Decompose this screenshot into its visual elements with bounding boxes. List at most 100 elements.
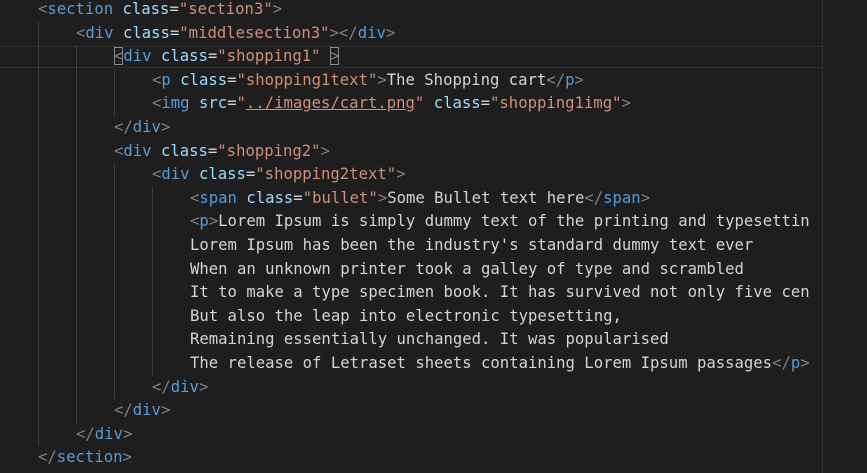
token-punct: > — [385, 23, 396, 42]
code-line[interactable]: </section> — [38, 446, 132, 470]
token-text: Some Bullet text here — [387, 188, 585, 207]
code-editor[interactable]: <section class="section3"> <div class="mi… — [0, 0, 867, 473]
token-attr: class — [246, 188, 294, 207]
token-punct: < — [76, 23, 86, 42]
token-punct: < — [190, 212, 200, 231]
token-str: "shopping1" — [217, 47, 321, 66]
token-tag: p — [790, 354, 801, 372]
token-punct: </ — [38, 448, 57, 467]
token-tag: img — [161, 94, 190, 113]
vertical-scrollbar[interactable] — [822, 0, 867, 473]
code-line[interactable]: <img src="../images/cart.png" class="sho… — [152, 92, 631, 116]
token-tag: div — [85, 23, 114, 42]
token-str: "bullet" — [302, 188, 378, 207]
token-punct: </ — [772, 354, 791, 372]
token-attr: class — [160, 141, 208, 160]
token-str: " — [236, 94, 246, 113]
token-punct: </ — [152, 377, 171, 396]
indent-guide — [114, 68, 115, 116]
token-punct: ></ — [329, 23, 358, 42]
token-punct: > — [122, 424, 133, 443]
token-punct: > — [160, 401, 171, 420]
token-tag: div — [161, 165, 190, 184]
token-text: But also the leap into electronic typese… — [190, 306, 622, 325]
token-eq: = — [480, 94, 491, 113]
token-text: Remaining essentially unchanged. It was … — [190, 330, 669, 349]
code-line[interactable]: Remaining essentially unchanged. It was … — [190, 328, 669, 352]
token-tag: p — [199, 212, 209, 231]
token-punct: < — [114, 141, 124, 160]
indent-guide — [38, 21, 39, 447]
code-line[interactable]: Lorem Ipsum has been the industry's stan… — [190, 234, 753, 258]
code-line[interactable]: </div> — [76, 423, 132, 447]
token-punct: > — [800, 354, 810, 372]
token-punct: > — [574, 70, 584, 89]
file-link[interactable]: ../images/cart.png — [246, 94, 415, 112]
indent-guide — [114, 163, 115, 400]
code-line[interactable]: <span class="bullet">Some Bullet text he… — [190, 187, 650, 211]
token-text: Lorem Ipsum is simply dummy text of the … — [218, 212, 810, 231]
token-eq: = — [169, 0, 179, 18]
code-line[interactable]: But also the leap into electronic typese… — [190, 305, 622, 329]
code-line[interactable]: </div> — [152, 376, 208, 400]
token-eq: = — [207, 141, 218, 160]
token-punct: > — [320, 141, 330, 160]
token-attr: class — [122, 0, 170, 18]
token-tag: section — [47, 0, 114, 18]
code-line[interactable]: The release of Letraset sheets containin… — [190, 352, 810, 376]
token-eq: = — [293, 188, 303, 207]
token-str: "section3" — [178, 0, 273, 18]
token-text: It to make a type specimen book. It has … — [190, 283, 810, 302]
code-line[interactable]: <div class="shopping1" > — [114, 45, 340, 69]
token-eq: = — [227, 94, 237, 113]
token-tag: div — [357, 23, 386, 42]
token-punct: > — [621, 94, 631, 113]
token-tag: div — [132, 118, 161, 136]
token-punct: < — [152, 94, 162, 113]
code-line[interactable]: <p class="shopping1text">The Shopping ca… — [152, 69, 584, 93]
code-line[interactable]: It to make a type specimen book. It has … — [190, 281, 810, 305]
token-punct: > — [396, 165, 406, 184]
token-attr: src — [198, 94, 228, 113]
code-line[interactable]: <section class="section3"> — [38, 0, 282, 22]
code-line[interactable]: <p>Lorem Ipsum is simply dummy text of t… — [190, 210, 810, 234]
code-line[interactable]: </div> — [114, 116, 170, 140]
token-punct: < — [152, 70, 162, 89]
token-punct: > — [272, 0, 283, 18]
token-text: When an unknown printer took a galley of… — [190, 259, 744, 278]
token-punct: < — [38, 0, 48, 18]
token-punct: > — [198, 377, 209, 396]
token-tag: div — [123, 47, 152, 66]
token-tag: span — [199, 188, 237, 207]
token-punct: < — [114, 47, 124, 66]
token-punct: > — [377, 188, 388, 207]
token-punct: > — [377, 70, 387, 89]
token-attr: class — [433, 94, 481, 113]
code-line[interactable]: </div> — [114, 399, 170, 423]
token-punct: < — [190, 188, 200, 207]
token-attr: class — [198, 165, 246, 184]
token-attr: class — [180, 70, 228, 89]
token-text: The release of Letraset sheets containin… — [190, 354, 773, 372]
token-text: The Shopping cart — [386, 70, 547, 89]
indent-guide — [76, 45, 77, 423]
code-line[interactable]: <div class="middlesection3"></div> — [76, 22, 395, 46]
token-str: "shopping1img" — [490, 94, 622, 113]
token-eq: = — [207, 47, 218, 66]
code-line[interactable]: When an unknown printer took a galley of… — [190, 258, 744, 282]
token-str: "shopping2" — [217, 141, 321, 160]
token-punct: </ — [546, 70, 566, 89]
token-str: "shopping1text" — [236, 70, 378, 89]
token-punct: </ — [114, 401, 133, 420]
token-tag: p — [565, 70, 575, 89]
code-line[interactable]: <div class="shopping2"> — [114, 140, 330, 164]
token-str: "shopping2text" — [255, 165, 397, 184]
code-line[interactable]: <div class="shopping2text"> — [152, 163, 406, 187]
